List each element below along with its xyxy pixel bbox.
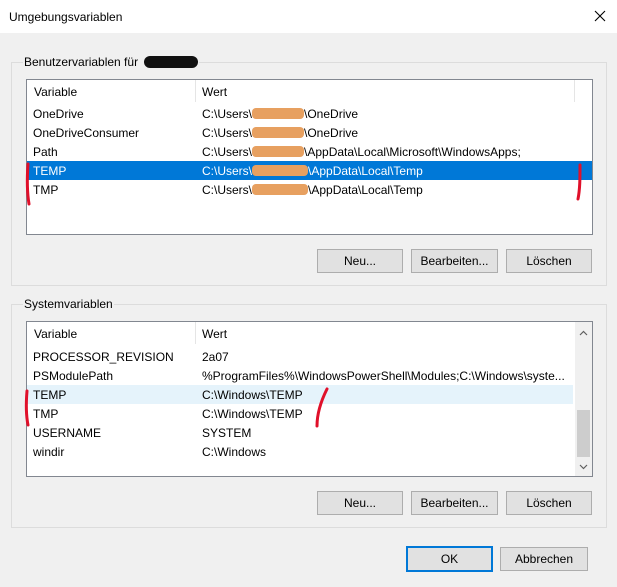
table-row[interactable]: PROCESSOR_REVISION 2a07 — [27, 347, 573, 366]
chevron-up-icon — [579, 330, 588, 335]
variable-value: C:\Windows\TEMP — [202, 407, 303, 421]
ok-button[interactable]: OK — [406, 546, 493, 572]
list-header: Variable Wert — [27, 322, 592, 345]
table-row[interactable]: TMP C:\Users\ \AppData\Local\Temp — [27, 180, 592, 199]
table-row[interactable]: TEMP C:\Windows\TEMP — [27, 385, 573, 404]
table-row[interactable]: OneDriveConsumer C:\Users\ \OneDrive — [27, 123, 592, 142]
variable-value: %ProgramFiles%\WindowsPowerShell\Modules… — [202, 369, 565, 383]
variable-value: C:\Windows\TEMP — [202, 388, 303, 402]
system-new-button[interactable]: Neu... — [317, 491, 403, 515]
value-suffix: \OneDrive — [304, 107, 359, 121]
variable-name: windir — [33, 445, 65, 459]
value-prefix: C:\Users\ — [202, 145, 253, 159]
table-row[interactable]: windir C:\Windows — [27, 442, 573, 461]
value-suffix: \OneDrive — [304, 126, 359, 140]
variable-value: C:\Users\ \OneDrive — [202, 126, 575, 140]
scroll-thumb[interactable] — [577, 410, 590, 457]
column-header-variable[interactable]: Variable — [34, 327, 77, 341]
table-row[interactable]: Path C:\Users\ \AppData\Local\Microsoft\Wi… — [27, 142, 592, 161]
system-variables-label: Systemvariablen — [23, 297, 114, 311]
column-separator[interactable] — [195, 80, 196, 102]
user-variables-list[interactable]: Variable Wert OneDrive C:\Users\ \OneDrive… — [26, 79, 593, 235]
value-suffix: \AppData\Local\Microsoft\WindowsApps; — [304, 145, 521, 159]
redacted-username — [252, 146, 305, 157]
column-separator[interactable] — [574, 80, 575, 102]
value-suffix: \AppData\Local\Temp — [308, 164, 423, 178]
value-prefix: C:\Users\ — [202, 107, 253, 121]
variable-name: Path — [33, 145, 58, 159]
window-title: Umgebungsvariablen — [9, 10, 123, 24]
table-row[interactable]: OneDrive C:\Users\ \OneDrive — [27, 104, 592, 123]
redacted-username — [252, 184, 309, 195]
value-prefix: C:\Users\ — [202, 183, 253, 197]
table-row[interactable]: PSModulePath %ProgramFiles%\WindowsPowerS… — [27, 366, 573, 385]
vertical-scrollbar[interactable] — [575, 322, 592, 476]
column-header-variable[interactable]: Variable — [34, 85, 77, 99]
variable-value: 2a07 — [202, 350, 229, 364]
variable-name: TEMP — [33, 164, 67, 178]
variable-value: C:\Windows — [202, 445, 267, 459]
column-header-value[interactable]: Wert — [202, 327, 227, 341]
table-row[interactable]: USERNAME SYSTEM — [27, 423, 573, 442]
variable-name: TMP — [33, 183, 59, 197]
variable-value: C:\Users\ \AppData\Local\Temp — [202, 183, 575, 197]
redacted-username — [252, 127, 305, 138]
close-button[interactable] — [583, 0, 617, 32]
title-bar: Umgebungsvariablen — [0, 0, 617, 33]
user-edit-button[interactable]: Bearbeiten... — [411, 249, 498, 273]
variable-name: TMP — [33, 407, 59, 421]
redacted-username — [252, 108, 305, 119]
system-variables-list[interactable]: Variable Wert PROCESSOR_REVISION 2a07 PSMo… — [26, 321, 593, 477]
variable-name: OneDrive — [33, 107, 84, 121]
column-separator[interactable] — [195, 322, 196, 344]
variable-value: SYSTEM — [202, 426, 252, 440]
variable-name: OneDriveConsumer — [33, 126, 140, 140]
value-prefix: C:\Users\ — [202, 126, 253, 140]
system-edit-button[interactable]: Bearbeiten... — [411, 491, 498, 515]
close-icon — [594, 10, 606, 22]
redacted-username — [252, 165, 309, 176]
value-suffix: \AppData\Local\Temp — [308, 183, 423, 197]
variable-name: PSModulePath — [33, 369, 114, 383]
value-prefix: C:\Users\ — [202, 164, 253, 178]
cancel-button[interactable]: Abbrechen — [500, 547, 588, 571]
list-header: Variable Wert — [27, 80, 592, 103]
user-delete-button[interactable]: Löschen — [506, 249, 592, 273]
variable-name: TEMP — [33, 388, 67, 402]
variable-value: C:\Users\ \AppData\Local\Temp — [202, 164, 575, 178]
table-row[interactable]: TEMP C:\Users\ \AppData\Local\Temp — [27, 161, 592, 180]
system-delete-button[interactable]: Löschen — [506, 491, 592, 515]
variable-value: C:\Users\ \AppData\Local\Microsoft\Window… — [202, 145, 575, 159]
variable-name: PROCESSOR_REVISION — [33, 350, 174, 364]
column-header-value[interactable]: Wert — [202, 85, 227, 99]
variable-name: USERNAME — [33, 426, 102, 440]
scroll-down-button[interactable] — [575, 458, 592, 475]
table-row[interactable]: TMP C:\Windows\TEMP — [27, 404, 573, 423]
variable-value: C:\Users\ \OneDrive — [202, 107, 575, 121]
user-variables-label: Benutzervariablen für — [23, 55, 200, 69]
user-new-button[interactable]: Neu... — [317, 249, 403, 273]
redacted-username — [144, 56, 199, 68]
scroll-up-button[interactable] — [575, 324, 592, 341]
chevron-down-icon — [579, 464, 588, 469]
